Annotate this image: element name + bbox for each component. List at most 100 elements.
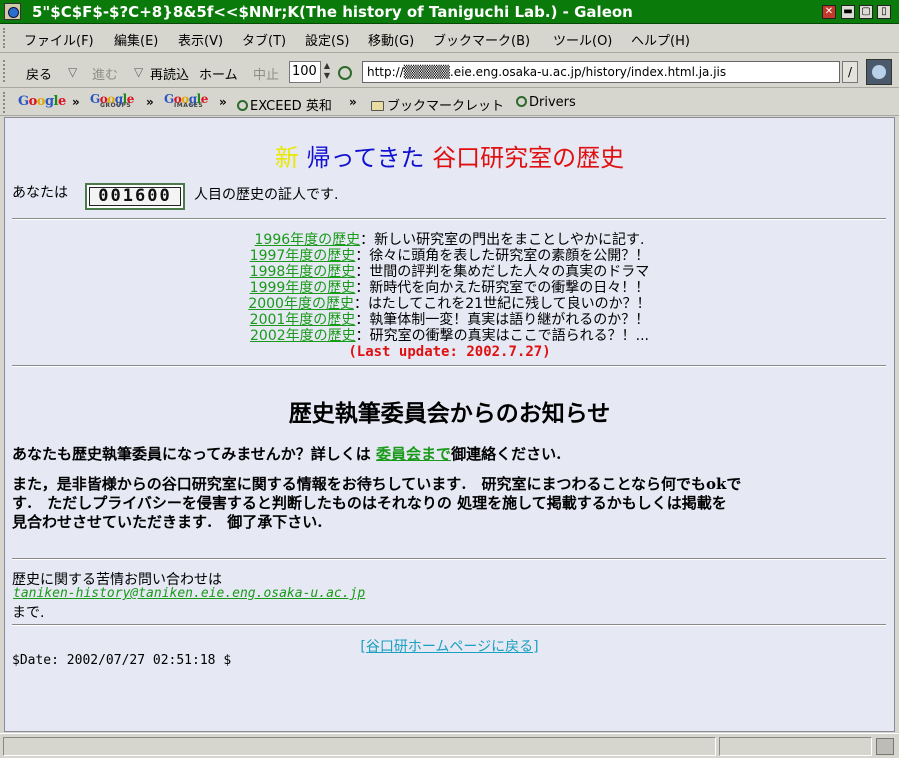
menu-settings[interactable]: 設定(S)	[305, 30, 349, 49]
history-row: 2002年度の歴史：研究室の衝撃の真実はここで語られる？！...	[5, 328, 894, 344]
menu-file[interactable]: ファイル(F)	[24, 30, 94, 49]
close-window-icon[interactable]: ✕	[822, 5, 836, 19]
last-update: (Last update: 2002.7.27)	[348, 344, 551, 360]
globe-icon	[237, 100, 248, 111]
history-row: 1999年度の歴史：新時代を向かえた研究室での衝撃の日々！！	[5, 280, 894, 296]
page-content[interactable]: 新 帰ってきた 谷口研究室の歴史 あなたは 001600 人目の歴史の証人です.…	[4, 117, 895, 732]
maximize-window-icon[interactable]: ▢	[859, 5, 873, 19]
history-1996-desc: ：新しい研究室の門出をまことしやかに記す.	[360, 232, 645, 248]
lab-home-link[interactable]: [谷口研ホームページに戻る]	[360, 639, 538, 655]
galeon-app-icon[interactable]	[4, 3, 21, 20]
menu-go[interactable]: 移動(G)	[368, 30, 414, 49]
bookmark-bookmarklet-label: ブックマークレット	[387, 99, 505, 114]
menu-edit[interactable]: 編集(E)	[114, 30, 158, 49]
menu-bar: ファイル(F) 編集(E) 表示(V) タブ(T) 設定(S) 移動(G) ブッ…	[0, 24, 899, 53]
history-row: 1997年度の歴史：徐々に頭角を表した研究室の素顔を公開？！	[5, 248, 894, 264]
history-2001-link[interactable]: 2001年度の歴史	[250, 312, 356, 328]
history-row: 2000年度の歴史：はたしてこれを21世紀に残して良いのか？！	[5, 296, 894, 312]
history-row: 1996年度の歴史：新しい研究室の門出をまことしやかに記す.	[5, 232, 894, 248]
heading-lab-history: 谷口研究室の歴史	[432, 144, 625, 172]
bookmark-google-groups[interactable]: Google GROUPS	[90, 92, 134, 109]
forward-button[interactable]: 進む	[92, 64, 118, 83]
history-1999-desc: ：新時代を向かえた研究室での衝撃の日々！！	[355, 280, 650, 296]
zoom-input[interactable]: 100	[289, 61, 321, 83]
menu-bookmarks[interactable]: ブックマーク(B)	[433, 30, 530, 49]
zoom-spinner-icon[interactable]: ▲ ▼	[321, 61, 333, 83]
stop-button[interactable]: 中止	[253, 64, 279, 83]
history-2002-desc: ：研究室の衝撃の真実はここで語られる？！...	[355, 328, 649, 344]
divider	[12, 218, 886, 220]
history-1997-link[interactable]: 1997年度の歴史	[250, 248, 356, 264]
history-1997-desc: ：徐々に頭角を表した研究室の素顔を公開？！	[355, 248, 650, 264]
history-1998-desc: ：世間の評判を集めだした人々の真実のドラマ	[355, 264, 650, 280]
status-bar	[0, 733, 899, 758]
globe-icon	[516, 96, 527, 107]
history-row: 2001年度の歴史：執筆体制一変！真実は語り継がれるのか？！	[5, 312, 894, 328]
bookmarks-grip-handle[interactable]	[3, 92, 9, 113]
menu-tools[interactable]: ツール(O)	[553, 30, 612, 49]
bookmark-google[interactable]: Google	[18, 94, 66, 109]
back-button[interactable]: 戻る	[26, 64, 52, 83]
status-progress-area	[719, 737, 872, 756]
security-status-icon[interactable]	[876, 738, 894, 755]
reload-button[interactable]: 再読込	[150, 64, 189, 83]
menu-help[interactable]: ヘルプ(H)	[631, 30, 690, 49]
history-1996-link[interactable]: 1996年度の歴史	[255, 232, 361, 248]
notice-title: 歴史執筆委員会からのお知らせ	[288, 400, 611, 427]
history-row: 1998年度の歴史：世間の評判を集めだした人々の真実のドラマ	[5, 264, 894, 280]
info-line-2: す. ただしプライバシーを侵害すると判断したものはそれなりの 処理を施して掲載す…	[12, 494, 727, 512]
contact-suffix: まで.	[12, 605, 45, 621]
status-message-area	[3, 737, 716, 756]
menubar-grip-handle[interactable]	[3, 28, 9, 48]
contact-email-link[interactable]: taniken-history@taniken.eie.eng.osaka-u.…	[13, 586, 365, 601]
window-titlebar[interactable]: 5"$C$F$-$?C+8}8&5f<<$NNr;K(The history o…	[0, 0, 899, 24]
committee-link[interactable]: 委員会まで	[376, 445, 451, 463]
menu-tab[interactable]: タブ(T)	[242, 30, 286, 49]
divider	[12, 558, 886, 560]
site-globe-icon	[338, 66, 352, 80]
info-line-3: 見合わせさせていただきます. 御了承下さい.	[12, 513, 323, 531]
history-2001-desc: ：執筆体制一変！真実は語り継がれるのか？！	[355, 312, 650, 328]
throbber-icon[interactable]	[866, 59, 892, 85]
history-1999-link[interactable]: 1999年度の歴史	[250, 280, 356, 296]
history-2000-desc: ：はたしてこれを21世紀に残して良いのか？！	[353, 296, 651, 312]
history-2000-link[interactable]: 2000年度の歴史	[248, 296, 354, 312]
visitor-counter: 001600	[85, 183, 185, 210]
bookmark-folder-bookmarklet[interactable]: ブックマークレット	[371, 95, 504, 114]
home-button[interactable]: ホーム	[199, 64, 238, 83]
heading-returned: 帰ってきた	[306, 144, 425, 172]
history-1998-link[interactable]: 1998年度の歴史	[250, 264, 356, 280]
history-2002-link[interactable]: 2002年度の歴史	[250, 328, 356, 344]
info-paragraph: また，是非皆様からの谷口研究室に関する情報をお待ちしています. 研究室にまつわる…	[12, 475, 887, 532]
bookmark-drivers[interactable]: Drivers	[516, 95, 576, 110]
folder-icon	[371, 101, 384, 111]
bookmark-exceed-label: EXCEED 英和	[250, 99, 332, 114]
visitor-prefix: あなたは	[12, 185, 68, 201]
forward-history-arrow-icon[interactable]: ▽	[134, 65, 143, 79]
navigation-toolbar: 戻る ▽ 進む ▽ 再読込 ホーム 中止 100 ▲ ▼ http://▒▒▒▒▒…	[0, 54, 899, 88]
heading-new: 新	[274, 144, 299, 172]
invite-suffix: 御連絡ください.	[451, 445, 562, 463]
window-title: 5"$C$F$-$?C+8}8&5f<<$NNr;K(The history o…	[32, 3, 633, 21]
bookmark-separator-arrow: »	[349, 95, 357, 109]
url-input[interactable]: http://▒▒▒▒▒.eie.eng.osaka-u.ac.jp/histo…	[362, 61, 840, 83]
bookmark-separator-arrow: »	[219, 95, 227, 109]
invite-text: あなたも歴史執筆委員になってみませんか？詳しくは 委員会まで御連絡ください.	[12, 443, 561, 464]
toolbar-grip-handle[interactable]	[3, 60, 9, 82]
go-button[interactable]: /	[842, 61, 858, 83]
shade-window-icon[interactable]: ▯	[877, 5, 891, 19]
bookmark-exceed[interactable]: EXCEED 英和	[237, 95, 332, 114]
info-line-1: また，是非皆様からの谷口研究室に関する情報をお待ちしています. 研究室にまつわる…	[12, 475, 742, 493]
invite-prefix: あなたも歴史執筆委員になってみませんか？詳しくは	[12, 445, 371, 463]
divider	[12, 624, 886, 626]
revision-date: $Date: 2002/07/27 02:51:18 $	[12, 653, 232, 668]
page-heading: 新 帰ってきた 谷口研究室の歴史	[5, 138, 894, 173]
bookmark-separator-arrow: »	[146, 95, 154, 109]
menu-view[interactable]: 表示(V)	[178, 30, 223, 49]
back-history-arrow-icon[interactable]: ▽	[68, 65, 77, 79]
minimize-window-icon[interactable]: ▬	[841, 5, 855, 19]
bookmark-google-images[interactable]: Google IMAGES	[164, 92, 208, 109]
bookmark-drivers-label: Drivers	[529, 95, 576, 110]
bookmarks-toolbar: Google » Google GROUPS » Google IMAGES »…	[0, 89, 899, 116]
bookmark-separator-arrow: »	[72, 95, 80, 109]
